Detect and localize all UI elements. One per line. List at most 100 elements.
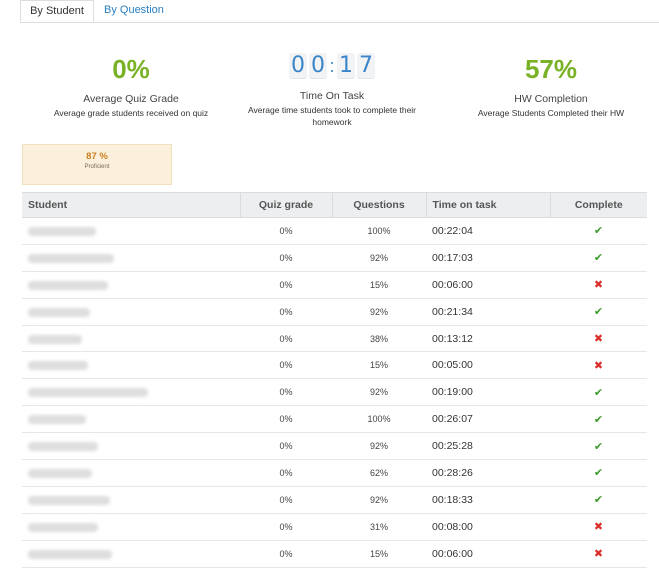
student-name-cell[interactable] xyxy=(22,217,240,245)
column-header-student[interactable]: Student xyxy=(22,192,241,218)
time-on-task-cell: 00:25:28 xyxy=(426,432,550,461)
hw-completion-subtitle: Average Students Completed their HW xyxy=(477,108,625,118)
questions-cell: 31% xyxy=(332,513,426,541)
time-on-task-cell: 00:05:00 xyxy=(426,351,550,380)
time-on-task-cell: 00:21:34 xyxy=(426,298,550,326)
tab-by-student[interactable]: By Student xyxy=(20,0,94,22)
redacted-student-name xyxy=(28,280,108,290)
complete-cell: ✖ xyxy=(550,540,647,568)
table-row[interactable]: 0% 92% 00:17:03 ✔ xyxy=(22,244,647,272)
table-row[interactable]: 0% 100% 00:26:07 ✔ xyxy=(22,405,647,434)
time-on-task-stat: 0 0 : 1 7 Time On Task Average time stud… xyxy=(232,52,432,128)
quiz-grade-cell: 0% xyxy=(240,217,332,245)
timer-digit: 7 xyxy=(357,53,375,79)
table-row[interactable]: 0% 31% 00:08:00 ✖ xyxy=(22,513,647,541)
questions-cell: 100% xyxy=(332,405,426,434)
table-row[interactable]: 0% 92% 00:18:33 ✔ xyxy=(22,486,647,514)
quiz-grade-cell: 0% xyxy=(240,459,332,487)
table-row[interactable]: 0% 92% 00:19:00 ✔ xyxy=(22,378,647,407)
time-on-task-cell: 00:26:07 xyxy=(426,405,550,434)
student-name-cell[interactable] xyxy=(22,540,240,568)
x-icon: ✖ xyxy=(593,521,604,534)
time-on-task-cell: 00:28:26 xyxy=(426,459,550,487)
redacted-student-name xyxy=(28,495,110,505)
complete-cell: ✔ xyxy=(550,459,647,487)
student-name-cell[interactable] xyxy=(22,486,240,514)
questions-cell: 100% xyxy=(332,217,426,245)
x-icon: ✖ xyxy=(593,333,604,345)
complete-cell: ✔ xyxy=(550,244,647,272)
quiz-grade-cell: 0% xyxy=(240,271,332,299)
table-row[interactable]: 0% 92% 00:25:28 ✔ xyxy=(22,432,647,461)
quiz-grade-cell: 0% xyxy=(240,378,332,407)
quiz-grade-cell: 0% xyxy=(240,432,332,461)
questions-cell: 15% xyxy=(332,351,426,380)
average-quiz-grade-stat: 0% Average Quiz Grade Average grade stud… xyxy=(36,52,226,119)
quiz-grade-title: Average Quiz Grade xyxy=(83,93,179,105)
table-row[interactable]: 0% 92% 00:21:34 ✔ xyxy=(22,298,647,326)
column-header-complete[interactable]: Complete xyxy=(550,192,647,218)
tab-by-question[interactable]: By Question xyxy=(95,0,173,22)
student-name-cell[interactable] xyxy=(22,325,240,353)
questions-cell: 92% xyxy=(332,298,426,326)
quiz-grade-value: 0% xyxy=(112,54,150,84)
redacted-student-name xyxy=(28,442,98,452)
student-name-cell[interactable] xyxy=(22,271,240,299)
table-row[interactable]: 0% 15% 00:06:00 ✖ xyxy=(22,540,647,568)
student-results-table: Student Quiz grade Questions Time on tas… xyxy=(22,192,647,568)
complete-cell: ✔ xyxy=(550,405,647,434)
hw-completion-value: 57% xyxy=(524,54,578,84)
questions-cell: 92% xyxy=(332,244,426,272)
redacted-student-name xyxy=(28,253,114,263)
student-name-cell[interactable] xyxy=(22,298,240,326)
column-header-quiz-grade[interactable]: Quiz grade xyxy=(240,192,333,218)
time-on-task-cell: 00:06:00 xyxy=(426,540,550,568)
quiz-grade-cell: 0% xyxy=(240,540,332,568)
table-row[interactable]: 0% 15% 00:06:00 ✖ xyxy=(22,271,647,299)
timer-digit: 0 xyxy=(309,53,327,79)
complete-cell: ✖ xyxy=(550,513,647,541)
column-header-time-on-task[interactable]: Time on task xyxy=(426,192,551,218)
table-row[interactable]: 0% 38% 00:13:12 ✖ xyxy=(22,325,647,353)
x-icon: ✖ xyxy=(593,548,604,561)
table-row[interactable]: 0% 100% 00:22:04 ✔ xyxy=(22,217,647,245)
quiz-grade-cell: 0% xyxy=(240,405,332,434)
hw-completion-title: HW Completion xyxy=(514,93,588,105)
redacted-student-name xyxy=(28,522,98,532)
redacted-student-name xyxy=(28,361,88,371)
complete-cell: ✔ xyxy=(550,378,647,407)
complete-cell: ✖ xyxy=(550,351,647,380)
student-name-cell[interactable] xyxy=(22,405,240,434)
checkmark-icon: ✔ xyxy=(593,413,604,426)
quiz-grade-cell: 0% xyxy=(240,325,332,353)
quiz-grade-cell: 0% xyxy=(240,513,332,541)
student-name-cell[interactable] xyxy=(22,459,240,487)
questions-cell: 92% xyxy=(332,378,426,407)
quiz-grade-subtitle: Average grade students received on quiz xyxy=(53,108,209,118)
quiz-grade-cell: 0% xyxy=(240,351,332,380)
redacted-student-name xyxy=(28,469,92,479)
column-header-questions[interactable]: Questions xyxy=(332,192,427,218)
student-name-cell[interactable] xyxy=(22,351,240,380)
student-name-cell[interactable] xyxy=(22,432,240,461)
time-on-task-cell: 00:19:00 xyxy=(426,378,550,407)
time-on-task-cell: 00:06:00 xyxy=(426,271,550,299)
table-row[interactable]: 0% 15% 00:05:00 ✖ xyxy=(22,351,647,380)
redacted-student-name xyxy=(28,388,148,398)
complete-cell: ✔ xyxy=(550,217,647,245)
table-row[interactable]: 0% 62% 00:28:26 ✔ xyxy=(22,459,647,487)
proficiency-label: Proficient xyxy=(84,164,110,170)
checkmark-icon: ✔ xyxy=(593,306,604,319)
student-name-cell[interactable] xyxy=(22,244,240,272)
redacted-student-name xyxy=(28,334,82,344)
redacted-student-name xyxy=(28,307,90,317)
complete-cell: ✔ xyxy=(550,486,647,514)
student-name-cell[interactable] xyxy=(22,378,240,407)
student-name-cell[interactable] xyxy=(22,513,240,541)
time-on-task-cell: 00:13:12 xyxy=(426,325,550,353)
proficiency-percent: 87 % xyxy=(86,151,108,162)
x-icon: ✖ xyxy=(593,279,604,292)
timer-colon: : xyxy=(329,56,335,76)
time-on-task-cell: 00:08:00 xyxy=(426,513,550,541)
quiz-grade-cell: 0% xyxy=(240,244,332,272)
